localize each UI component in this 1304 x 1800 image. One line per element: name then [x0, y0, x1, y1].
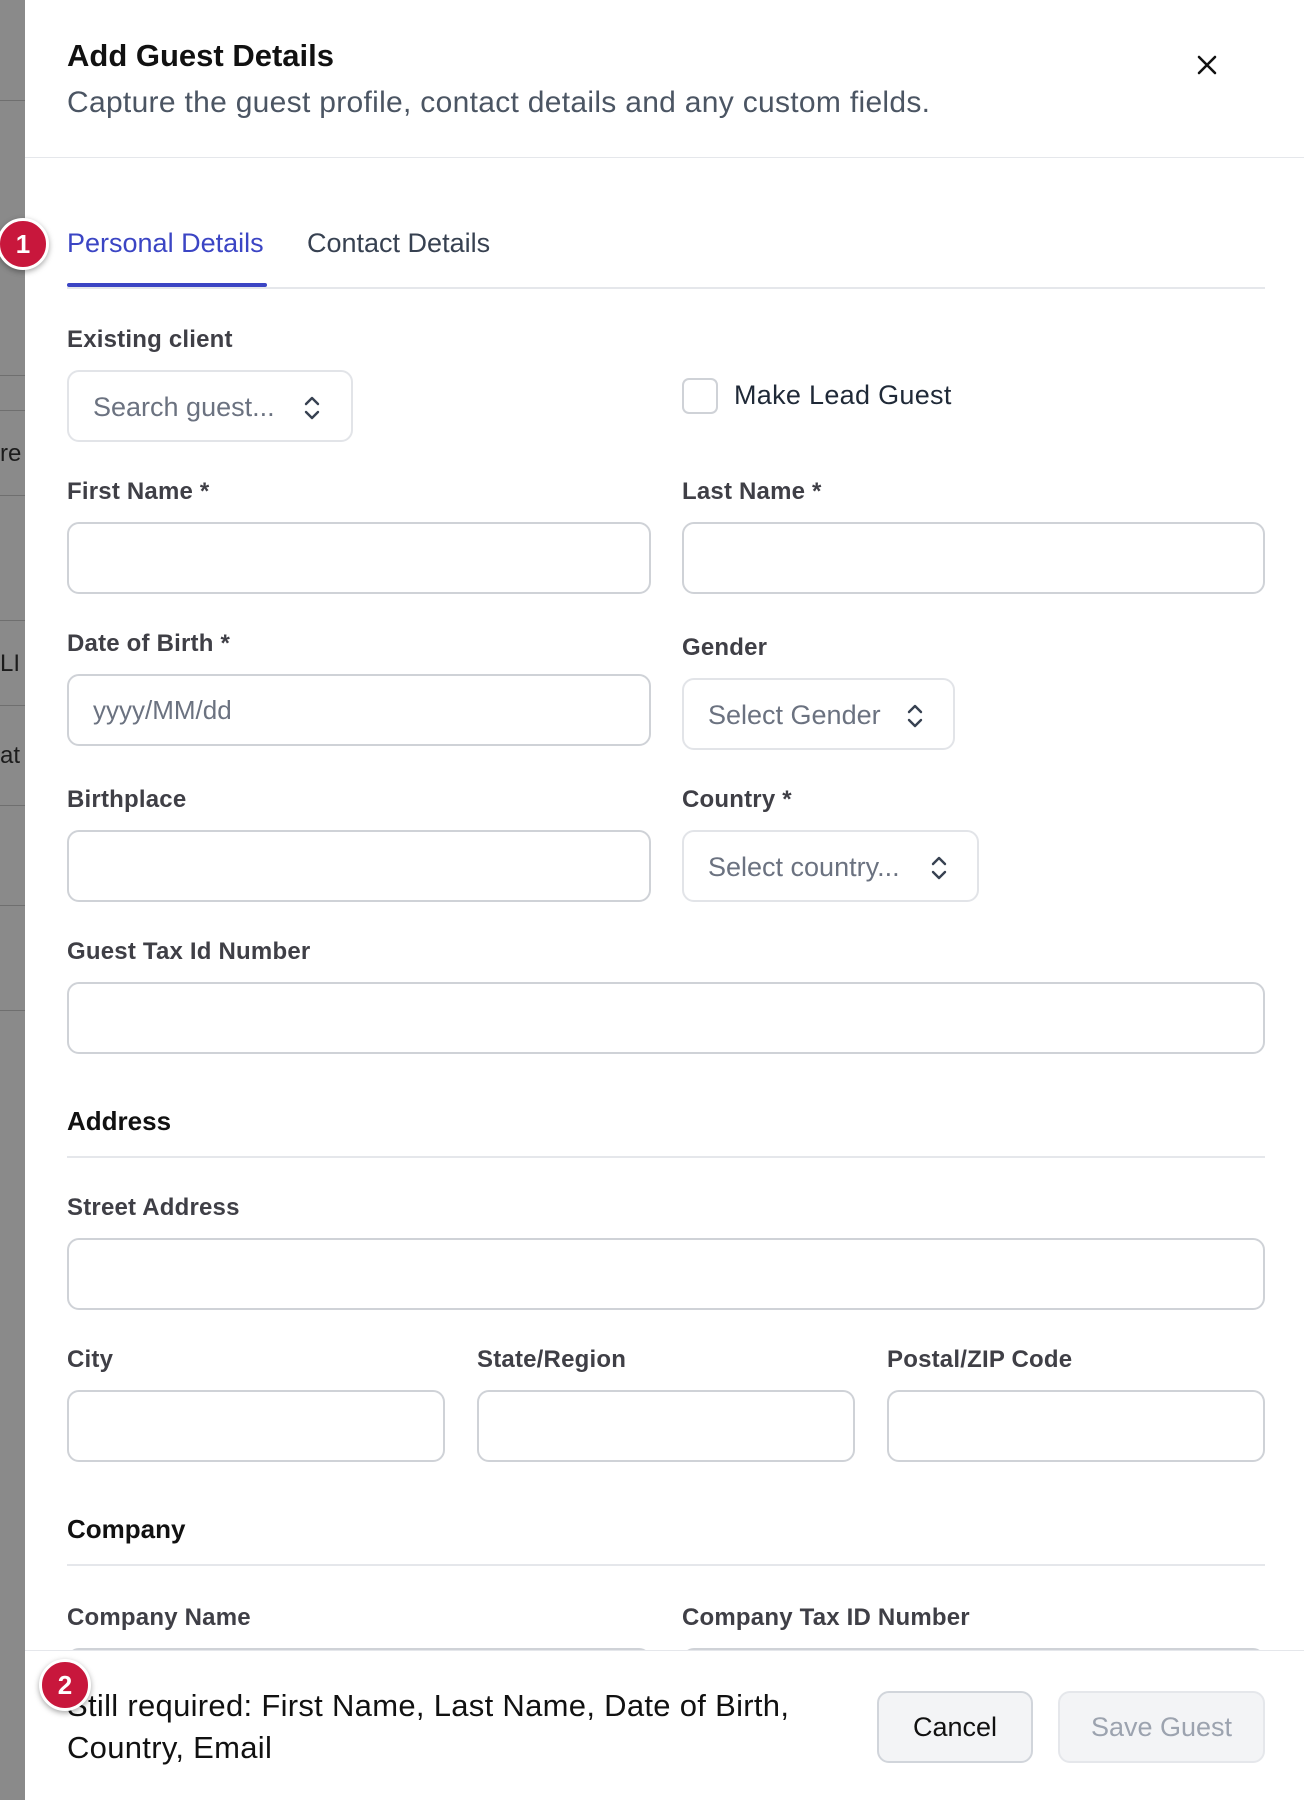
make-lead-guest-label: Make Lead Guest: [734, 380, 952, 410]
first-name-label: First Name *: [67, 478, 210, 505]
required-fields-message: Still required: First Name, Last Name, D…: [67, 1688, 790, 1765]
first-name-input[interactable]: [67, 522, 651, 594]
close-icon: [1197, 55, 1217, 75]
existing-client-label: Existing client: [67, 326, 233, 353]
background-fragment: at: [0, 742, 21, 769]
postal-code-label: Postal/ZIP Code: [887, 1346, 1073, 1373]
city-input[interactable]: [67, 1390, 445, 1462]
cancel-button[interactable]: Cancel: [877, 1691, 1033, 1763]
gender-label: Gender: [682, 634, 768, 661]
country-select[interactable]: Select country...: [682, 830, 979, 902]
company-divider: [67, 1564, 1265, 1566]
state-region-input[interactable]: [477, 1390, 855, 1462]
tab-contact-details[interactable]: Contact Details: [307, 228, 490, 259]
existing-client-select[interactable]: Search guest...: [67, 370, 353, 442]
birthplace-label: Birthplace: [67, 786, 187, 813]
date-of-birth-label: Date of Birth *: [67, 630, 231, 657]
drawer-subtitle: Capture the guest profile, contact detai…: [67, 86, 931, 119]
country-label: Country *: [682, 786, 792, 813]
background-fragment: LI: [0, 650, 21, 677]
active-tab-indicator: [67, 283, 267, 287]
chevron-up-down-icon: [907, 704, 923, 728]
guest-tax-id-input[interactable]: [67, 982, 1265, 1054]
company-section-title: Company: [67, 1514, 186, 1544]
company-name-label: Company Name: [67, 1604, 251, 1631]
close-button[interactable]: [1190, 48, 1224, 82]
street-address-input[interactable]: [67, 1238, 1265, 1310]
guest-tax-id-label: Guest Tax Id Number: [67, 938, 311, 965]
add-guest-drawer: Add Guest Details Capture the guest prof…: [25, 0, 1304, 1800]
last-name-label: Last Name *: [682, 478, 822, 505]
drawer-title: Add Guest Details: [67, 38, 334, 73]
chevron-up-down-icon: [304, 396, 320, 420]
gender-placeholder: Select Gender: [708, 700, 881, 730]
country-placeholder: Select country...: [708, 852, 900, 882]
background-fragment: re: [0, 440, 22, 467]
gender-select[interactable]: Select Gender: [682, 678, 955, 750]
last-name-input[interactable]: [682, 522, 1265, 594]
street-address-label: Street Address: [67, 1194, 240, 1221]
existing-client-placeholder: Search guest...: [93, 392, 275, 422]
company-tax-id-label: Company Tax ID Number: [682, 1604, 970, 1631]
tab-bar: Personal Details Contact Details: [67, 200, 1265, 289]
postal-code-input[interactable]: [887, 1390, 1265, 1462]
chevron-up-down-icon: [931, 856, 947, 880]
birthplace-input[interactable]: [67, 830, 651, 902]
address-divider: [67, 1156, 1265, 1158]
address-section-title: Address: [67, 1106, 172, 1136]
drawer-footer: Still required: First Name, Last Name, D…: [25, 1650, 1304, 1800]
save-guest-button[interactable]: Save Guest: [1058, 1691, 1265, 1763]
make-lead-guest-checkbox[interactable]: [682, 378, 718, 414]
city-label: City: [67, 1346, 114, 1373]
date-of-birth-input[interactable]: [67, 674, 651, 746]
annotation-marker-2: 2: [39, 1659, 91, 1711]
state-region-label: State/Region: [477, 1346, 627, 1373]
tab-personal-details[interactable]: Personal Details: [67, 228, 264, 259]
drawer-header: Add Guest Details Capture the guest prof…: [25, 0, 1304, 158]
